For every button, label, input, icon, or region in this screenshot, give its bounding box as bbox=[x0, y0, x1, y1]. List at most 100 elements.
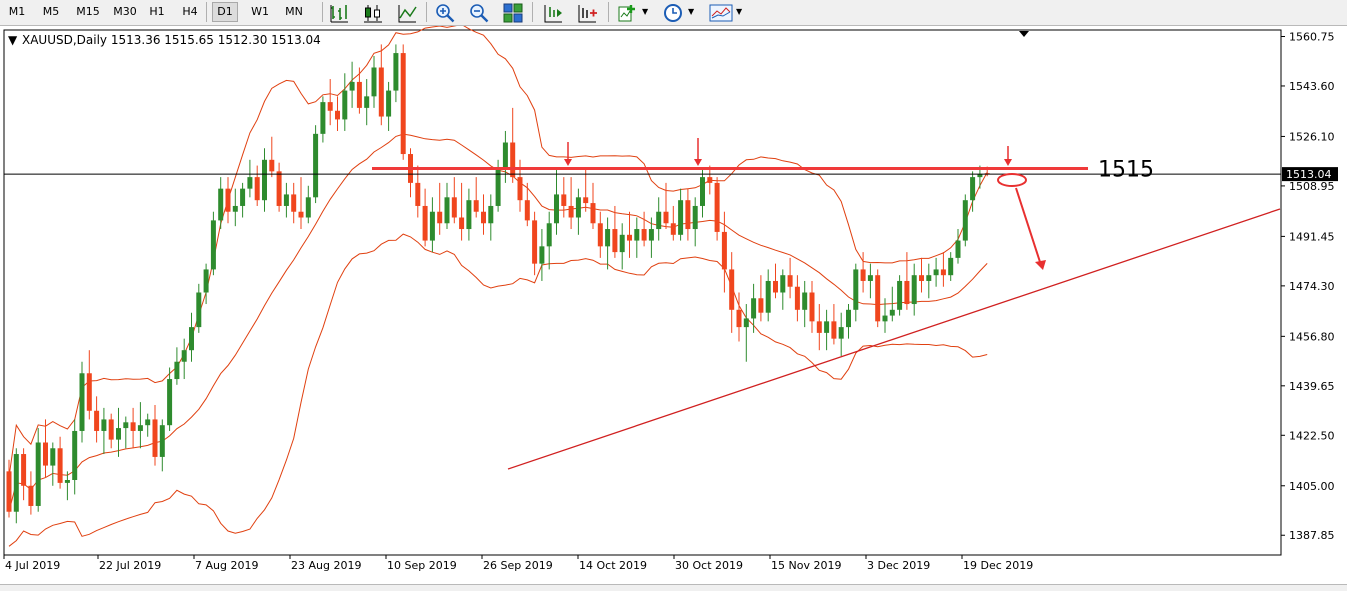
zoom-out-icon[interactable] bbox=[468, 2, 490, 24]
candle-body bbox=[802, 292, 808, 310]
price-tick-label: 1456.80 bbox=[1289, 330, 1335, 343]
candle-body bbox=[101, 419, 107, 431]
price-tick-label: 1560.75 bbox=[1289, 30, 1335, 43]
candle-body bbox=[232, 205, 238, 212]
candle-body bbox=[356, 81, 362, 108]
indicators-icon[interactable] bbox=[616, 2, 638, 24]
candle-body bbox=[488, 205, 494, 224]
timeframe-h1-button[interactable]: H1 bbox=[144, 2, 170, 22]
candle-body bbox=[320, 102, 326, 134]
chart-header: XAUUSD,Daily 1513.36 1515.65 1512.30 151… bbox=[22, 33, 321, 47]
periods-dropdown-icon[interactable]: ▼ bbox=[688, 7, 694, 16]
date-tick-label: 30 Oct 2019 bbox=[675, 559, 743, 572]
chart-shift-icon[interactable] bbox=[576, 2, 598, 24]
price-chart[interactable]: 1560.75 1543.60 1526.10 1508.95 1491.45 1474.… bbox=[0, 26, 1347, 584]
candle-body bbox=[627, 234, 632, 241]
candle-body bbox=[510, 142, 516, 178]
candle-body bbox=[736, 309, 742, 328]
candle-body bbox=[159, 425, 165, 457]
templates-icon[interactable] bbox=[708, 2, 733, 24]
timeframe-mn-button[interactable]: MN bbox=[280, 2, 308, 22]
candle-body bbox=[137, 425, 143, 431]
price-tick-label: 1526.10 bbox=[1289, 130, 1335, 143]
candle-body bbox=[203, 269, 209, 293]
candle-body bbox=[824, 321, 830, 333]
candle-body bbox=[210, 220, 216, 270]
resistance-label: 1515 bbox=[1098, 157, 1154, 182]
candle-body bbox=[276, 171, 282, 206]
candle-body bbox=[773, 280, 778, 293]
candle-body bbox=[298, 211, 304, 218]
candle-body bbox=[948, 257, 954, 276]
candle bbox=[875, 269, 881, 328]
date-tick-label: 19 Dec 2019 bbox=[963, 559, 1033, 572]
candle-body bbox=[225, 188, 231, 212]
candle-body bbox=[240, 188, 246, 206]
candle-body bbox=[554, 194, 559, 224]
chart-header-triangle-icon: ▼ bbox=[8, 33, 18, 47]
candle-body bbox=[911, 275, 917, 305]
toolbar-separator bbox=[532, 2, 533, 22]
timeframe-m15-button[interactable]: M15 bbox=[72, 2, 104, 22]
price-tick-label: 1508.95 bbox=[1289, 180, 1335, 193]
candle-body bbox=[714, 182, 720, 232]
candle-body bbox=[517, 177, 523, 201]
indicators-dropdown-icon[interactable]: ▼ bbox=[642, 7, 648, 16]
candle-body bbox=[751, 298, 757, 319]
line-chart-icon[interactable] bbox=[396, 2, 418, 24]
date-tick-label: 10 Sep 2019 bbox=[387, 559, 457, 572]
candle-body bbox=[729, 269, 735, 310]
candle-body bbox=[50, 448, 56, 466]
candle-body bbox=[35, 442, 41, 506]
candle-body bbox=[349, 81, 355, 91]
candle bbox=[79, 361, 85, 443]
candle-body bbox=[123, 422, 129, 429]
candle-body bbox=[152, 419, 158, 457]
candle-body bbox=[327, 102, 333, 111]
toolbar: M1 M5 M15 M30 H1 H4 D1 W1 MN ▼ ▼ ▼ bbox=[0, 0, 1347, 26]
candle-body bbox=[794, 286, 800, 310]
templates-dropdown-icon[interactable]: ▼ bbox=[736, 7, 742, 16]
candle bbox=[313, 125, 319, 204]
candle-body bbox=[641, 229, 647, 241]
candle-body bbox=[86, 373, 92, 411]
timeframe-h4-button[interactable]: H4 bbox=[176, 2, 204, 22]
candle-body bbox=[897, 280, 903, 310]
candle-body bbox=[678, 200, 684, 235]
candle-body bbox=[167, 379, 173, 426]
candle-body bbox=[291, 194, 297, 212]
timeframe-w1-button[interactable]: W1 bbox=[246, 2, 274, 22]
candle-body bbox=[539, 246, 545, 264]
autoscroll-icon[interactable] bbox=[542, 2, 564, 24]
zoom-in-icon[interactable] bbox=[434, 2, 456, 24]
candle-body bbox=[765, 280, 771, 313]
toolbar-separator bbox=[608, 2, 609, 22]
bar-chart-icon[interactable] bbox=[328, 2, 350, 24]
candle-body bbox=[846, 309, 851, 328]
tile-windows-icon[interactable] bbox=[502, 2, 524, 24]
candle-body bbox=[707, 177, 713, 183]
candle-body bbox=[919, 275, 924, 281]
timeframe-m1-button[interactable]: M1 bbox=[4, 2, 30, 22]
candle-body bbox=[451, 197, 457, 218]
date-tick-label: 15 Nov 2019 bbox=[771, 559, 841, 572]
timeframe-m30-button[interactable]: M30 bbox=[110, 2, 140, 22]
candlestick-icon[interactable] bbox=[362, 2, 384, 24]
candle-body bbox=[926, 275, 932, 281]
candle-body bbox=[28, 485, 34, 506]
candle-body bbox=[481, 211, 486, 224]
periods-icon[interactable] bbox=[662, 2, 684, 24]
candle-body bbox=[181, 350, 187, 362]
candle-body bbox=[605, 229, 611, 247]
candle-body bbox=[262, 159, 267, 201]
candle-body bbox=[196, 292, 202, 328]
timeframe-d1-button[interactable]: D1 bbox=[212, 2, 238, 22]
timeframe-m5-button[interactable]: M5 bbox=[36, 2, 66, 22]
candle-body bbox=[364, 96, 370, 108]
candle-body bbox=[429, 211, 435, 241]
toolbar-separator bbox=[426, 2, 427, 22]
date-tick-label: 22 Jul 2019 bbox=[99, 559, 161, 572]
candle-body bbox=[721, 231, 727, 270]
price-tick-label: 1543.60 bbox=[1289, 80, 1335, 93]
candle-body bbox=[831, 321, 837, 339]
